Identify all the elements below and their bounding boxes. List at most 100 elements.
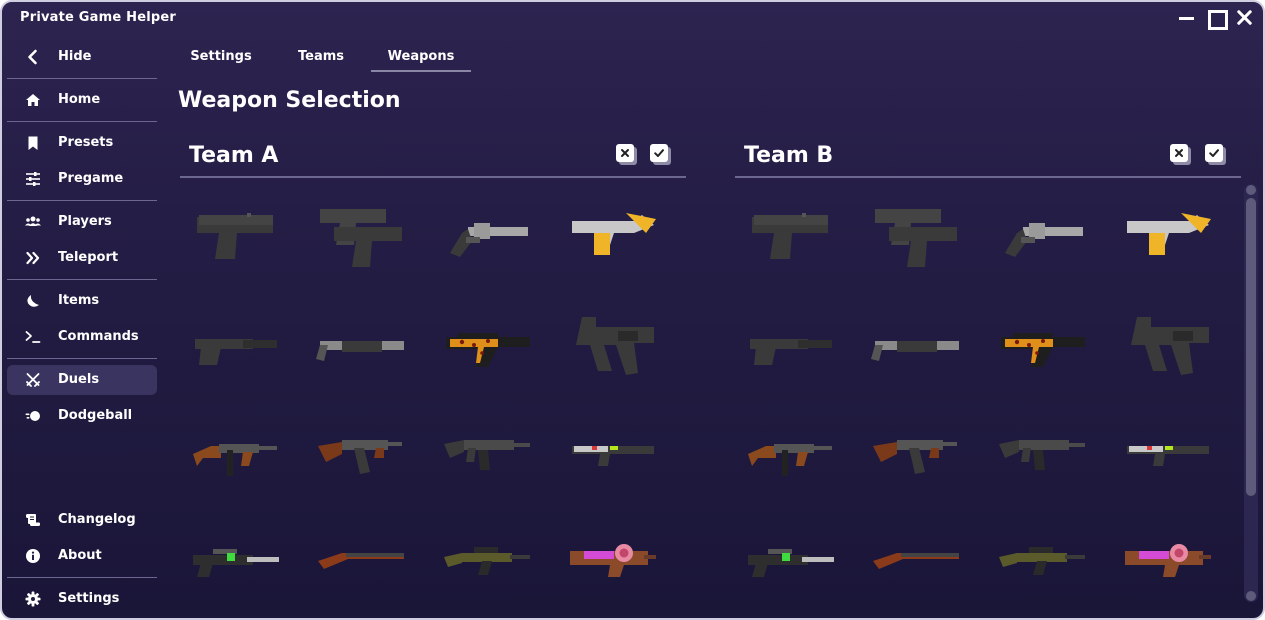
- scifi-rifle-icon: [572, 446, 654, 466]
- sidebar-divider: [7, 78, 157, 79]
- scifi-rifle-weapon[interactable]: [564, 410, 660, 490]
- uncheck-all-icon: [621, 149, 629, 157]
- leopard-smg-weapon[interactable]: [993, 305, 1089, 385]
- silenced-pistol-icon: [750, 339, 832, 365]
- sidebar: Hide Home Presets Pregame Players Telepo…: [2, 34, 162, 618]
- scrollbar[interactable]: [1244, 184, 1258, 602]
- app-title: Private Game Helper: [20, 10, 177, 25]
- tommy-gun-weapon[interactable]: [742, 410, 838, 490]
- sidebar-item-duels[interactable]: Duels: [7, 365, 157, 395]
- scroll-down-button[interactable]: [1246, 591, 1256, 601]
- assault-rifle-weapon[interactable]: [438, 410, 534, 490]
- scoped-rifle-icon: [748, 549, 834, 577]
- sidebar-divider: [7, 577, 157, 578]
- hunting-rifle-icon: [873, 553, 959, 569]
- sidebar-item-players[interactable]: Players: [7, 207, 157, 237]
- check-all-icon: [654, 149, 664, 157]
- moon-icon: [25, 293, 41, 309]
- golden-deagle-weapon[interactable]: [1119, 195, 1215, 275]
- sidebar-item-dodgeball[interactable]: Dodgeball: [7, 401, 157, 431]
- sniper-rifle-weapon[interactable]: [993, 515, 1089, 595]
- deselect-all-button[interactable]: [616, 144, 637, 165]
- candy-sniper-weapon[interactable]: [564, 515, 660, 595]
- team-divider: [180, 176, 686, 178]
- shotgun-weapon[interactable]: [312, 305, 408, 385]
- scoped-rifle-weapon[interactable]: [187, 515, 283, 595]
- dual-pistols-icon: [320, 209, 402, 267]
- machine-pistol-icon: [1131, 317, 1209, 375]
- pistol-icon: [197, 213, 273, 259]
- sidebar-item-label: Home: [58, 92, 101, 107]
- sidebar-item-commands[interactable]: Commands: [7, 322, 157, 352]
- sidebar-item-label: Teleport: [58, 250, 119, 265]
- select-all-button[interactable]: [650, 144, 671, 165]
- silenced-pistol-weapon[interactable]: [187, 305, 283, 385]
- page-title: Weapon Selection: [178, 88, 401, 113]
- team-divider: [735, 176, 1241, 178]
- sidebar-item-home[interactable]: Home: [7, 85, 157, 115]
- pistol-weapon[interactable]: [187, 195, 283, 275]
- minimize-icon[interactable]: [1176, 8, 1196, 28]
- machine-pistol-weapon[interactable]: [1119, 305, 1215, 385]
- hunting-rifle-weapon[interactable]: [867, 515, 963, 595]
- title-bar[interactable]: Private Game Helper: [2, 2, 1263, 34]
- sidebar-item-teleport[interactable]: Teleport: [7, 243, 157, 273]
- sidebar-item-hide[interactable]: Hide: [7, 42, 157, 72]
- sniper-rifle-icon: [999, 547, 1085, 575]
- team-a-panel: Team A: [180, 140, 686, 618]
- leopard-smg-icon: [1001, 333, 1085, 367]
- golden-deagle-weapon[interactable]: [564, 195, 660, 275]
- candy-sniper-icon: [1125, 544, 1211, 577]
- dual-pistols-weapon[interactable]: [867, 195, 963, 275]
- leopard-smg-icon: [446, 333, 530, 367]
- hunting-rifle-weapon[interactable]: [312, 515, 408, 595]
- sidebar-item-label: Presets: [58, 135, 114, 150]
- sidebar-item-about[interactable]: About: [7, 541, 157, 571]
- chevron-left-icon: [25, 49, 41, 65]
- check-all-icon: [1209, 149, 1219, 157]
- deselect-all-button[interactable]: [1170, 144, 1191, 165]
- tab-settings[interactable]: Settings: [174, 46, 268, 72]
- ak-rifle-weapon[interactable]: [867, 410, 963, 490]
- scifi-rifle-icon: [1127, 446, 1209, 466]
- revolver-weapon[interactable]: [438, 195, 534, 275]
- sidebar-item-settings[interactable]: Settings: [7, 584, 157, 614]
- crossed-swords-icon: [25, 372, 41, 388]
- scroll-up-button[interactable]: [1246, 185, 1256, 195]
- assault-rifle-weapon[interactable]: [993, 410, 1089, 490]
- tab-weapons[interactable]: Weapons: [371, 46, 471, 72]
- sidebar-item-changelog[interactable]: Changelog: [7, 505, 157, 535]
- tab-teams[interactable]: Teams: [274, 46, 368, 72]
- candy-sniper-icon: [570, 544, 656, 577]
- revolver-weapon[interactable]: [993, 195, 1089, 275]
- sniper-rifle-weapon[interactable]: [438, 515, 534, 595]
- sniper-rifle-icon: [444, 547, 530, 575]
- tommy-gun-weapon[interactable]: [187, 410, 283, 490]
- double-chevron-right-icon: [25, 250, 41, 266]
- sidebar-item-items[interactable]: Items: [7, 286, 157, 316]
- sidebar-item-pregame[interactable]: Pregame: [7, 164, 157, 194]
- silenced-pistol-weapon[interactable]: [742, 305, 838, 385]
- pistol-weapon[interactable]: [742, 195, 838, 275]
- close-icon[interactable]: [1234, 8, 1254, 28]
- scoped-rifle-icon: [193, 549, 279, 577]
- dodgeball-icon: [25, 408, 41, 424]
- dual-pistols-weapon[interactable]: [312, 195, 408, 275]
- maximize-icon[interactable]: [1205, 8, 1228, 30]
- scifi-rifle-weapon[interactable]: [1119, 410, 1215, 490]
- sidebar-item-label: Pregame: [58, 171, 124, 186]
- machine-pistol-weapon[interactable]: [564, 305, 660, 385]
- ak-rifle-icon: [318, 440, 402, 474]
- candy-sniper-weapon[interactable]: [1119, 515, 1215, 595]
- assault-rifle-icon: [999, 440, 1085, 470]
- sidebar-item-presets[interactable]: Presets: [7, 128, 157, 158]
- leopard-smg-weapon[interactable]: [438, 305, 534, 385]
- home-icon: [25, 92, 41, 108]
- select-all-button[interactable]: [1205, 144, 1226, 165]
- scoped-rifle-weapon[interactable]: [742, 515, 838, 595]
- app-window: Private Game Helper Hide Home Presets Pr…: [0, 0, 1265, 620]
- sidebar-divider: [7, 358, 157, 359]
- scroll-thumb[interactable]: [1246, 198, 1256, 496]
- ak-rifle-weapon[interactable]: [312, 410, 408, 490]
- shotgun-weapon[interactable]: [867, 305, 963, 385]
